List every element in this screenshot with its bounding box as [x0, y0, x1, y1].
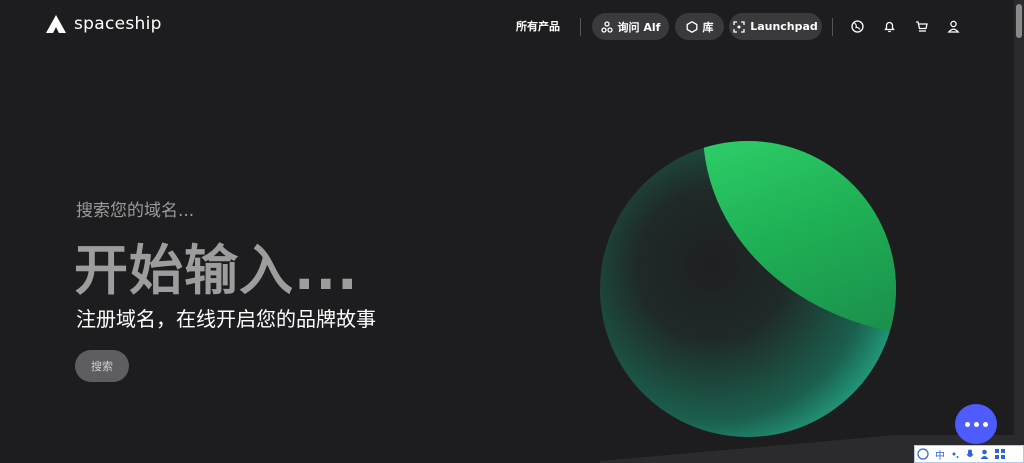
launchpad-button[interactable]: Launchpad — [729, 13, 822, 40]
ime-toolbar: 中 — [914, 445, 1024, 463]
library-button[interactable]: 库 — [675, 13, 724, 40]
globe-icon — [850, 19, 864, 33]
orb-leaf-shape — [703, 141, 896, 336]
user-icon[interactable] — [980, 449, 989, 459]
cart-icon — [915, 20, 928, 32]
page-scrollbar[interactable] — [1014, 0, 1024, 463]
bell-icon — [883, 21, 895, 32]
hero-tagline: 注册域名，在线开启您的品牌故事 — [76, 307, 376, 331]
launchpad-label: Launchpad — [750, 20, 818, 33]
cart-button[interactable] — [913, 18, 929, 34]
spaceship-logo-icon — [46, 15, 66, 33]
grid-icon[interactable] — [995, 449, 1005, 459]
ime-mode-toggle[interactable]: 中 — [935, 447, 945, 462]
launchpad-icon — [733, 20, 745, 33]
library-label: 库 — [702, 20, 714, 34]
hero-orb-graphic — [600, 141, 896, 437]
scrollbar-thumb[interactable] — [1016, 4, 1022, 38]
chat-dot — [964, 421, 970, 427]
nav-divider — [832, 18, 833, 36]
brand-name: spaceship — [74, 14, 162, 34]
nav-all-products[interactable]: 所有产品 — [516, 18, 560, 34]
ask-alf-label: 询问 Alf — [617, 20, 661, 34]
brand-logo[interactable]: spaceship — [46, 14, 162, 34]
language-button[interactable] — [849, 18, 865, 34]
alf-icon — [600, 20, 613, 33]
chat-dot — [973, 421, 979, 427]
top-navigation: spaceship 所有产品 询问 Alf 库 Launchpad — [0, 0, 1014, 54]
nav-divider — [580, 18, 581, 36]
notifications-button[interactable] — [881, 18, 897, 34]
chat-dot — [982, 421, 988, 427]
ask-alf-button[interactable]: 询问 Alf — [592, 13, 669, 40]
search-button[interactable]: 搜索 — [75, 350, 129, 382]
microphone-icon[interactable] — [966, 449, 974, 460]
hero-search-prompt[interactable]: 搜索您的域名... — [76, 196, 194, 221]
hero-headline[interactable]: 开始输入... — [74, 226, 359, 305]
hexagon-icon — [686, 20, 697, 33]
chat-support-button[interactable] — [955, 404, 997, 444]
user-icon — [946, 20, 960, 33]
ime-punctuation-icon[interactable] — [951, 450, 960, 459]
account-button[interactable] — [945, 18, 961, 34]
ime-logo-icon[interactable] — [917, 448, 929, 460]
